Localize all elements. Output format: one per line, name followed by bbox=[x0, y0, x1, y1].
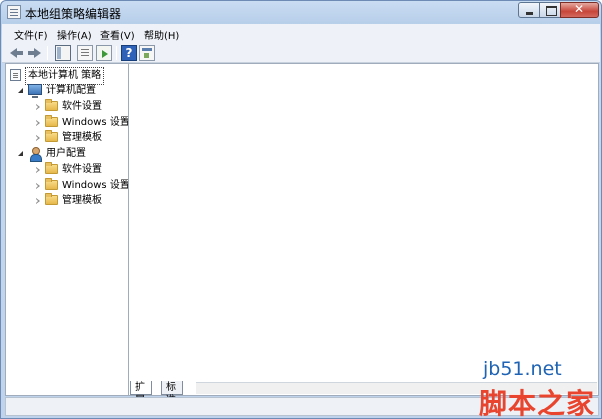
menu-action[interactable]: 操作(A) bbox=[57, 27, 92, 42]
tree-node-label[interactable]: 计算机配置 bbox=[46, 83, 96, 99]
tree-node-label[interactable]: 管理模板 bbox=[62, 130, 102, 146]
main-window: 本地组策略编辑器 文件(F) 操作(A) 查看(V) 帮助(H) ? 本地计算机… bbox=[0, 0, 602, 419]
watermark-name: 脚本之家 bbox=[479, 387, 596, 419]
expand-arrow-icon[interactable] bbox=[36, 104, 40, 110]
forward-arrow-icon[interactable] bbox=[26, 45, 42, 61]
menu-help[interactable]: 帮助(H) bbox=[144, 27, 179, 42]
collapse-arrow-icon[interactable] bbox=[18, 151, 23, 156]
folder-icon bbox=[45, 115, 58, 127]
tree-node-label[interactable]: 软件设置 bbox=[62, 162, 102, 178]
folder-icon bbox=[45, 193, 58, 205]
toolbar-separator bbox=[116, 46, 117, 60]
menu-bar: 文件(F) 操作(A) 查看(V) 帮助(H) bbox=[2, 24, 600, 43]
menu-file[interactable]: 文件(F) bbox=[14, 27, 48, 42]
policy-editor-app-icon[interactable] bbox=[7, 5, 21, 19]
expand-arrow-icon[interactable] bbox=[36, 183, 40, 189]
collapse-arrow-icon[interactable] bbox=[18, 88, 23, 93]
tree-pane[interactable]: 本地计算机 策略 计算机配置 软件设置 Windows 设置 管理模板 用户配置… bbox=[6, 64, 129, 395]
list-view-icon[interactable] bbox=[77, 45, 93, 61]
expand-arrow-icon[interactable] bbox=[36, 167, 40, 173]
tab-extended[interactable]: 扩展 bbox=[130, 381, 152, 406]
details-pane[interactable] bbox=[131, 64, 598, 395]
title-bar[interactable]: 本地组策略编辑器 bbox=[1, 1, 601, 23]
user-icon bbox=[28, 147, 42, 162]
toolbar-separator bbox=[47, 46, 48, 60]
tree-node-label[interactable]: 软件设置 bbox=[62, 99, 102, 115]
minimize-button[interactable] bbox=[518, 2, 540, 18]
expand-arrow-icon[interactable] bbox=[36, 135, 40, 141]
watermark-site: jb51.net bbox=[483, 358, 562, 380]
show-hide-tree-icon[interactable] bbox=[55, 45, 71, 61]
folder-icon bbox=[45, 99, 58, 111]
help-icon[interactable]: ? bbox=[121, 45, 137, 61]
expand-arrow-icon[interactable] bbox=[36, 198, 40, 204]
tree-node-label[interactable]: 管理模板 bbox=[62, 193, 102, 209]
tree-node-label[interactable]: Windows 设置 bbox=[62, 115, 128, 131]
folder-icon bbox=[45, 162, 58, 174]
tree-node-label[interactable]: Windows 设置 bbox=[62, 178, 128, 194]
tab-standard[interactable]: 标准 bbox=[161, 381, 183, 406]
back-arrow-icon[interactable] bbox=[9, 45, 25, 61]
window-title: 本地组策略编辑器 bbox=[25, 7, 122, 21]
maximize-button[interactable] bbox=[539, 2, 561, 18]
folder-icon bbox=[45, 178, 58, 190]
close-button[interactable] bbox=[560, 2, 599, 18]
toolbar: ? bbox=[2, 43, 600, 63]
computer-icon bbox=[28, 84, 42, 98]
menu-view[interactable]: 查看(V) bbox=[100, 27, 135, 42]
expand-arrow-icon[interactable] bbox=[36, 120, 40, 126]
policy-icon bbox=[10, 69, 21, 81]
main-content: 本地计算机 策略 计算机配置 软件设置 Windows 设置 管理模板 用户配置… bbox=[5, 63, 599, 396]
properties-icon[interactable] bbox=[139, 45, 155, 61]
export-list-icon[interactable] bbox=[96, 45, 112, 61]
tree-node-label[interactable]: 用户配置 bbox=[46, 146, 86, 162]
folder-icon bbox=[45, 130, 58, 142]
